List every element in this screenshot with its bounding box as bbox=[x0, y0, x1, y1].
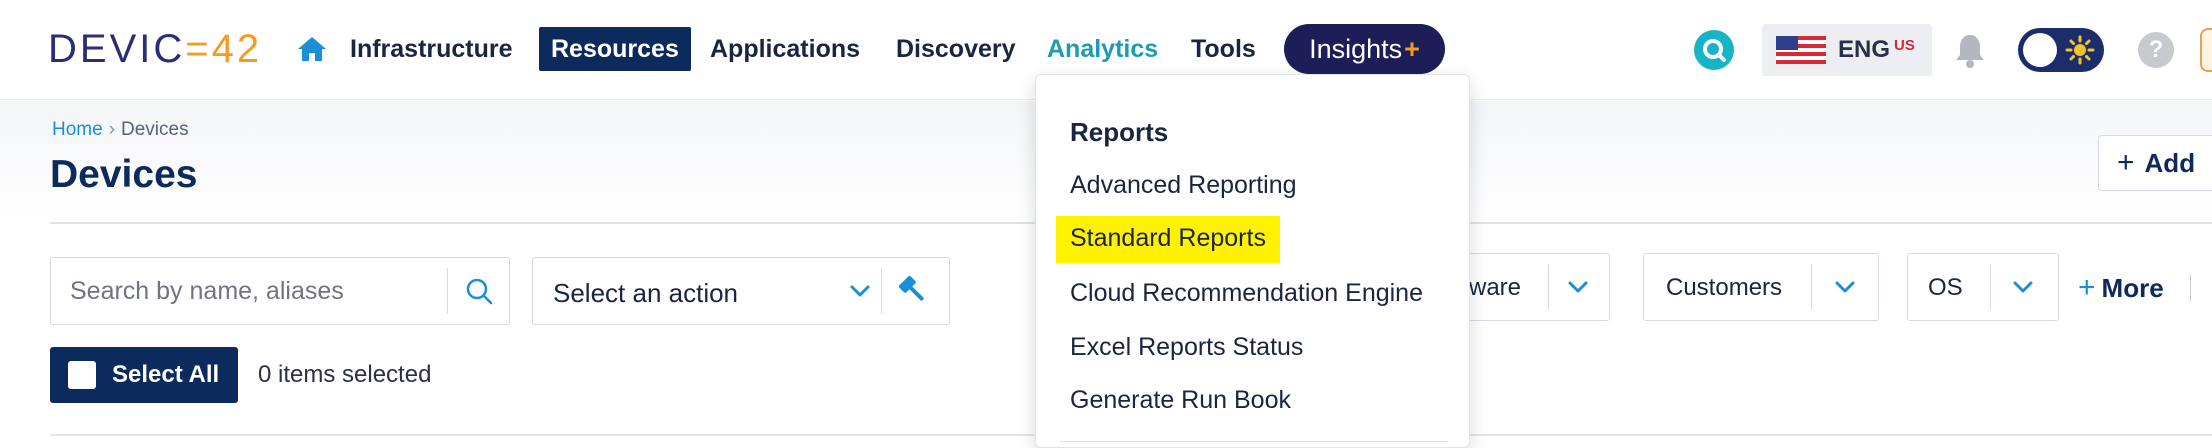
filter-os[interactable]: OS bbox=[1907, 253, 2059, 321]
items-selected-count: 0 items selected bbox=[258, 361, 432, 388]
device-search bbox=[50, 257, 510, 325]
insights-label: Insights bbox=[1309, 33, 1403, 64]
menu-item-excel-reports-status[interactable]: Excel Reports Status bbox=[1070, 333, 1303, 362]
notification-bell-icon[interactable] bbox=[1953, 32, 1987, 73]
dropdown-heading-reports: Reports bbox=[1070, 117, 1169, 147]
filter-divider bbox=[1811, 264, 1812, 310]
add-label: Add bbox=[2144, 147, 2196, 178]
gavel-icon[interactable] bbox=[895, 272, 931, 308]
breadcrumb-home[interactable]: Home bbox=[52, 119, 103, 140]
filter-divider bbox=[1548, 264, 1549, 310]
nav-discovery[interactable]: Discovery bbox=[896, 27, 1016, 71]
breadcrumb-current: Devices bbox=[121, 119, 189, 140]
breadcrumb: Home › Devices bbox=[52, 119, 189, 141]
action-select[interactable]: Select an action bbox=[532, 257, 950, 325]
nav-insights[interactable]: Insights + bbox=[1284, 24, 1445, 74]
logo-text-accent: =42 bbox=[185, 26, 263, 71]
chevron-down-icon bbox=[2013, 281, 2033, 293]
nav-resources[interactable]: Resources bbox=[539, 27, 691, 71]
select-all-label: Select All bbox=[112, 361, 220, 388]
menu-item-generate-run-book[interactable]: Generate Run Book bbox=[1070, 386, 1291, 415]
filter-hardware-label: ware bbox=[1469, 274, 1522, 301]
menu-item-standard-reports[interactable]: Standard Reports bbox=[1056, 216, 1280, 263]
theme-toggle[interactable] bbox=[2018, 28, 2104, 72]
sun-icon bbox=[2065, 35, 2095, 65]
nav-analytics[interactable]: Analytics bbox=[1047, 27, 1158, 71]
nav-tools[interactable]: Tools bbox=[1191, 27, 1256, 71]
filter-divider bbox=[1990, 264, 1991, 310]
chevron-down-icon bbox=[1835, 281, 1855, 293]
add-plus-icon: + bbox=[2117, 146, 2135, 179]
action-select-divider bbox=[881, 268, 882, 314]
chevron-down-icon bbox=[850, 285, 870, 297]
nav-infrastructure[interactable]: Infrastructure bbox=[350, 27, 513, 71]
menu-item-cloud-recommendation-engine[interactable]: Cloud Recommendation Engine bbox=[1070, 279, 1423, 308]
select-all-checkbox[interactable] bbox=[68, 361, 96, 389]
user-avatar[interactable] bbox=[2200, 28, 2212, 72]
filter-customers-label: Customers bbox=[1666, 274, 1783, 301]
home-icon[interactable] bbox=[294, 32, 330, 66]
action-select-value: Select an action bbox=[553, 278, 739, 308]
filter-customers[interactable]: Customers bbox=[1643, 253, 1879, 321]
more-label: More bbox=[2101, 273, 2164, 303]
more-filters-button[interactable]: + More bbox=[2078, 271, 2164, 305]
more-separator bbox=[2190, 275, 2191, 301]
search-input[interactable] bbox=[52, 259, 446, 323]
logo-text-main: DEVIC bbox=[48, 26, 186, 71]
dropdown-divider bbox=[1060, 441, 1448, 442]
insights-plus: + bbox=[1404, 33, 1420, 64]
breadcrumb-separator: › bbox=[108, 119, 116, 140]
us-flag-icon bbox=[1776, 36, 1826, 64]
language-code: ENG bbox=[1838, 36, 1891, 63]
menu-item-advanced-reporting[interactable]: Advanced Reporting bbox=[1070, 171, 1297, 200]
filter-os-label: OS bbox=[1928, 274, 1963, 301]
search-icon[interactable] bbox=[447, 268, 509, 314]
help-icon[interactable]: ? bbox=[2138, 32, 2174, 68]
add-button[interactable]: + Add bbox=[2098, 135, 2212, 191]
toggle-knob bbox=[2023, 33, 2057, 67]
device42-logo[interactable]: DEVIC =42 bbox=[48, 26, 262, 72]
more-plus-icon: + bbox=[2078, 271, 2096, 304]
language-selector[interactable]: ENG US bbox=[1762, 24, 1932, 76]
chevron-down-icon bbox=[1568, 281, 1588, 293]
language-region: US bbox=[1894, 36, 1915, 54]
nav-applications[interactable]: Applications bbox=[710, 27, 860, 71]
select-all-button[interactable]: Select All bbox=[50, 347, 238, 403]
page-title: Devices bbox=[50, 153, 198, 196]
global-search-icon[interactable] bbox=[1694, 30, 1734, 70]
analytics-dropdown-menu: Reports Advanced Reporting Standard Repo… bbox=[1035, 74, 1470, 448]
